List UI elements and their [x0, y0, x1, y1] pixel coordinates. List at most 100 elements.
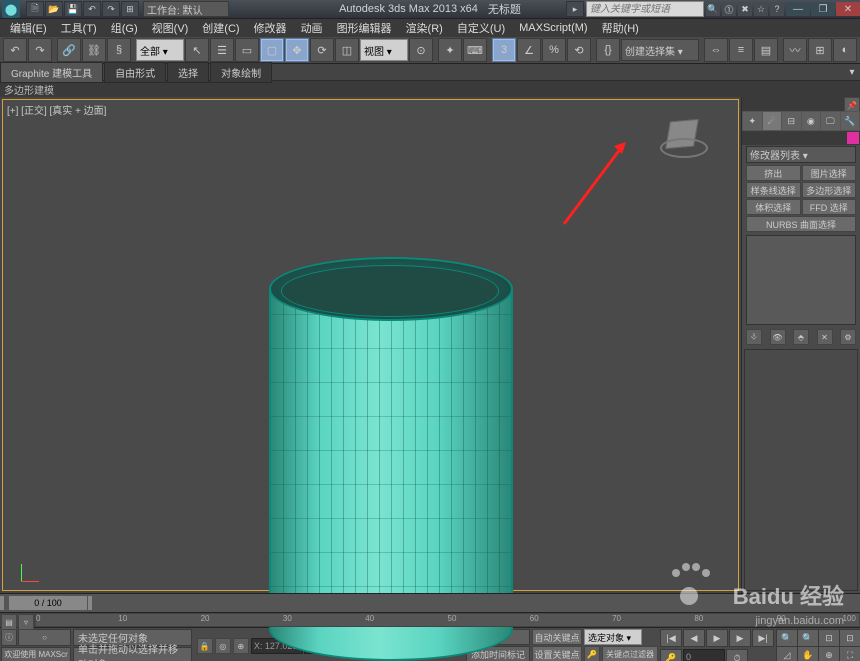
qat-undo-icon[interactable]: ↶	[83, 1, 101, 17]
workspace-drop[interactable]: 工作台: 默认	[143, 1, 229, 17]
modifier-stack[interactable]	[746, 235, 856, 325]
ribbon-expand-icon[interactable]: ▾	[844, 67, 860, 78]
select-scale-button[interactable]: ◫	[335, 38, 359, 62]
menu-grapheditors[interactable]: 图形编辑器	[331, 18, 398, 38]
mod-btn-spline-sel[interactable]: 样条线选择	[746, 182, 801, 198]
time-slider[interactable]: 0 / 100	[8, 595, 88, 611]
modifier-list-drop[interactable]: 修改器列表 ▾	[746, 146, 856, 163]
manipulate-button[interactable]: ✦	[438, 38, 462, 62]
material-editor-button[interactable]: ◐	[833, 38, 857, 62]
unlink-button[interactable]: ⛓	[82, 38, 106, 62]
panel-tab-hierarchy[interactable]: ⊟	[782, 112, 801, 130]
menu-render[interactable]: 渲染(R)	[400, 18, 449, 38]
prev-frame-button[interactable]: ◀	[683, 629, 705, 647]
select-region-button[interactable]: ▭	[235, 38, 259, 62]
infocenter-search-icon[interactable]: 🔍	[706, 2, 720, 16]
goto-start-button[interactable]: |◀	[660, 629, 682, 647]
timeline-rbracket-icon[interactable]	[88, 596, 92, 610]
menu-view[interactable]: 视图(V)	[146, 18, 195, 38]
fov-button[interactable]: ◿	[776, 646, 798, 661]
zoom-extents-button[interactable]: ⊡	[818, 629, 840, 647]
menu-tools[interactable]: 工具(T)	[55, 18, 103, 38]
panel-tab-create[interactable]: ✦	[743, 112, 762, 130]
menu-modifiers[interactable]: 修改器	[248, 18, 293, 38]
panel-tab-utilities[interactable]: 🔧	[841, 112, 860, 130]
key-icon[interactable]: 🔑	[584, 646, 600, 661]
menu-create[interactable]: 创建(C)	[196, 18, 245, 38]
viewport[interactable]: [+] [正交] [真实 + 边面]	[0, 97, 742, 593]
stack-unique-icon[interactable]: ⬘	[793, 329, 809, 345]
help-icon[interactable]: ?	[770, 2, 784, 16]
stack-remove-icon[interactable]: ✕	[817, 329, 833, 345]
pivot-button[interactable]: ⊙	[409, 38, 433, 62]
maximize-button[interactable]: ❐	[811, 2, 835, 16]
ref-coord-drop[interactable]: 视图 ▾	[360, 39, 408, 61]
orbit-button[interactable]: ⊕	[818, 646, 840, 661]
script-rec-icon[interactable]: ○	[18, 629, 71, 646]
stack-pin-icon[interactable]: ⎀	[746, 329, 762, 345]
menu-group[interactable]: 组(G)	[105, 18, 144, 38]
schematic-button[interactable]: ⊞	[808, 38, 832, 62]
named-set-drop[interactable]: 创建选择集 ▾	[621, 39, 699, 61]
current-frame-input[interactable]	[683, 649, 725, 661]
qat-project-icon[interactable]: ⊞	[121, 1, 139, 17]
menu-customize[interactable]: 自定义(U)	[451, 18, 511, 38]
caption-expand-icon[interactable]: ▸	[566, 1, 584, 17]
maximize-viewport-button[interactable]: ⛶	[839, 646, 860, 661]
cylinder-object[interactable]	[261, 255, 521, 650]
link-button[interactable]: 🔗	[57, 38, 81, 62]
curve-editor-button[interactable]: 〰	[783, 38, 807, 62]
zoom-extents-all-button[interactable]: ⊡	[839, 629, 860, 647]
panel-tab-display[interactable]: 🖵	[821, 112, 840, 130]
bind-button[interactable]: §	[107, 38, 131, 62]
search-input[interactable]	[586, 1, 704, 17]
play-button[interactable]: ▶	[706, 629, 728, 647]
zoom-button[interactable]: 🔍	[776, 629, 798, 647]
window-crossing-button[interactable]: ▢	[260, 38, 284, 62]
minimize-button[interactable]: —	[786, 2, 810, 16]
percent-snap-button[interactable]: %	[542, 38, 566, 62]
layers-button[interactable]: ▤	[754, 38, 778, 62]
mod-btn-image-sel[interactable]: 图片选择	[802, 165, 857, 181]
align-button[interactable]: ≡	[729, 38, 753, 62]
angle-snap-button[interactable]: ∠	[517, 38, 541, 62]
snap-button[interactable]: 3	[492, 38, 516, 62]
trackbar-open-icon[interactable]: ▤	[1, 614, 17, 630]
ribbon-panel-label[interactable]: 多边形建模	[4, 82, 54, 97]
tab-freeform[interactable]: 自由形式	[104, 62, 166, 83]
key-mode-toggle[interactable]: 🔑	[660, 649, 682, 661]
mod-btn-vol-sel[interactable]: 体积选择	[746, 199, 801, 215]
time-config-button[interactable]: ⏱	[726, 649, 748, 661]
pan-button[interactable]: ✋	[797, 646, 819, 661]
tab-objectpaint[interactable]: 对象绘制	[210, 62, 272, 83]
mirror-button[interactable]: ⇔	[704, 38, 728, 62]
qat-new-icon[interactable]: 🗎	[26, 1, 44, 17]
spinner-snap-button[interactable]: ⟲	[567, 38, 591, 62]
select-name-button[interactable]: ☰	[210, 38, 234, 62]
timeline-lbracket-icon[interactable]	[0, 596, 4, 610]
transform-mode-icon[interactable]: ⊕	[233, 638, 249, 654]
panel-tab-modify[interactable]: ☄	[763, 112, 782, 130]
keymode-button[interactable]: ⌨	[463, 38, 487, 62]
edit-set-button[interactable]: {}	[596, 38, 620, 62]
tab-selection[interactable]: 选择	[167, 62, 209, 83]
qat-open-icon[interactable]: 📂	[45, 1, 63, 17]
mod-btn-nurbs-sel[interactable]: NURBS 曲面选择	[746, 216, 856, 232]
viewport-label[interactable]: [+] [正交] [真实 + 边面]	[7, 102, 106, 117]
select-rotate-button[interactable]: ⟳	[310, 38, 334, 62]
favorite-icon[interactable]: ☆	[754, 2, 768, 16]
redo-button[interactable]: ↷	[28, 38, 52, 62]
selection-filter-drop[interactable]: 全部 ▾	[136, 39, 184, 61]
stack-config-icon[interactable]: ⚙	[840, 329, 856, 345]
track-ruler[interactable]: 0 10 20 30 40 50 60 70 80 90 100	[36, 614, 859, 626]
rollout-area[interactable]	[744, 349, 858, 591]
zoom-all-button[interactable]: 🔍	[797, 629, 819, 647]
tab-graphite[interactable]: Graphite 建模工具	[0, 62, 103, 83]
menu-animation[interactable]: 动画	[295, 18, 329, 38]
select-move-button[interactable]: ✥	[285, 38, 309, 62]
select-object-button[interactable]: ↖	[185, 38, 209, 62]
keymode-drop[interactable]: 选定对象 ▾	[584, 629, 642, 645]
trackbar-filter-icon[interactable]: ▿	[18, 614, 34, 630]
mod-btn-ffd-sel[interactable]: FFD 选择	[802, 199, 857, 215]
qat-redo-icon[interactable]: ↷	[102, 1, 120, 17]
